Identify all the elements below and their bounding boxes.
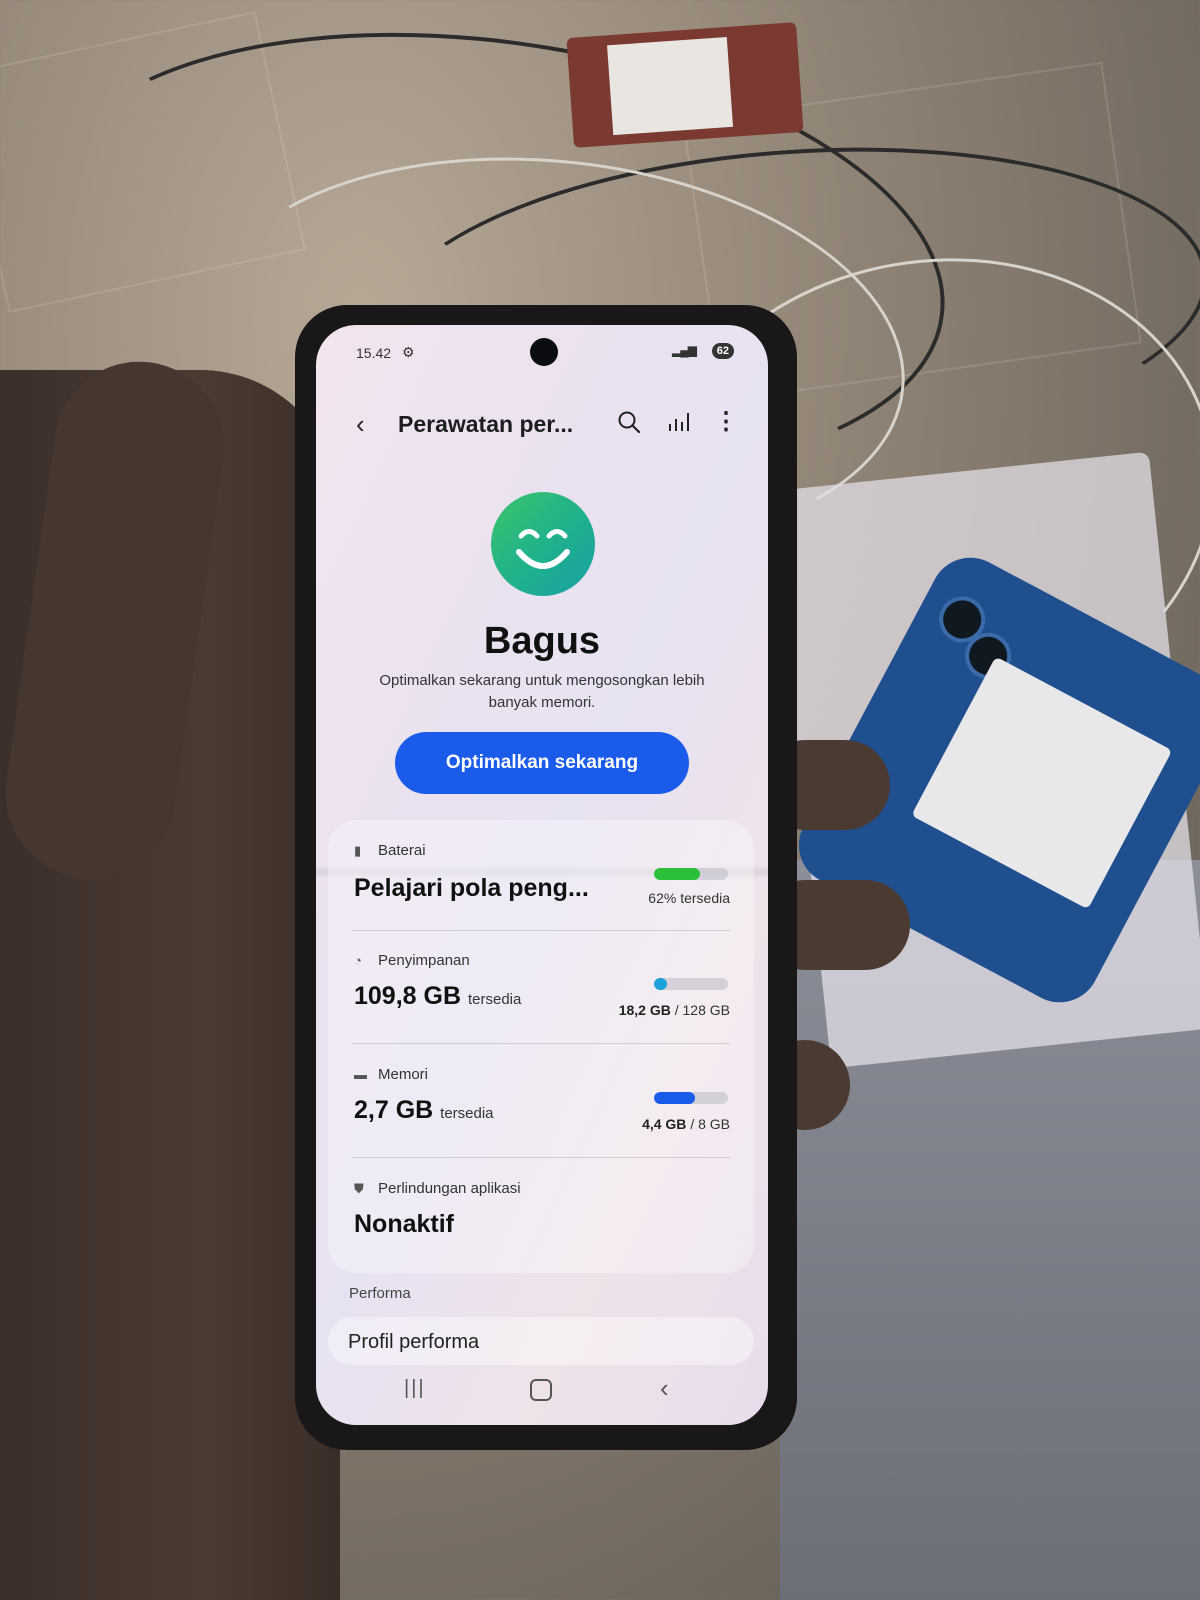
nav-back-icon[interactable]: ‹	[660, 1373, 669, 1404]
battery-heading: ▮ Baterai	[354, 842, 426, 859]
storage-used: 18,2 GB	[618, 1002, 671, 1018]
status-bar: 15.42 ⚙ ▂▄▆ 62	[356, 343, 734, 365]
more-options-icon[interactable]: ⋮	[714, 407, 738, 436]
app-protection-heading-label: Perlindungan aplikasi	[378, 1180, 521, 1197]
divider	[352, 930, 730, 931]
storage-value: 109,8 GB tersedia	[354, 982, 521, 1011]
memory-bar-fill	[654, 1092, 695, 1104]
app-protection-heading: ⛊ Perlindungan aplikasi	[354, 1180, 521, 1197]
performance-profile-item[interactable]: Profil performa	[328, 1317, 754, 1365]
memory-heading-label: Memori	[378, 1066, 429, 1083]
app-protection-section[interactable]: ⛊ Perlindungan aplikasi Nonaktif	[354, 1180, 730, 1260]
divider	[352, 1043, 730, 1044]
storage-heading-label: Penyimpanan	[378, 952, 470, 969]
storage-total: / 128 GB	[674, 1002, 730, 1018]
battery-bar	[654, 868, 728, 880]
memory-available-value: 2,7 GB	[354, 1096, 434, 1124]
memory-value: 2,7 GB tersedia	[354, 1096, 494, 1125]
status-card: ▮ Baterai Pelajari pola peng... 62% terse…	[328, 820, 754, 1273]
storage-available-suffix: tersedia	[467, 991, 522, 1008]
battery-value: Pelajari pola peng...	[354, 874, 589, 902]
clock: 15.42	[356, 345, 392, 361]
storage-usage: 18,2 GB / 128 GB	[619, 1002, 730, 1018]
smiley-face-icon	[491, 492, 595, 596]
performance-profile-label: Profil performa	[348, 1331, 480, 1353]
memory-chip-icon: ▬	[354, 1067, 367, 1082]
memory-used: 4,4 GB	[642, 1116, 687, 1132]
battery-heading-label: Baterai	[378, 842, 426, 859]
app-protection-value: Nonaktif	[354, 1210, 454, 1238]
battery-icon: ▮	[354, 843, 362, 858]
shield-icon: ⛊	[354, 1181, 364, 1196]
battery-badge: 62	[711, 343, 734, 359]
performance-section-label: Performa	[349, 1285, 411, 1302]
page-title: Perawatan per...	[398, 411, 574, 437]
back-arrow-icon[interactable]: ‹	[356, 409, 365, 440]
status-description: Optimalkan sekarang untuk mengosongkan l…	[379, 672, 705, 711]
storage-heading: ◔ Penyimpanan	[354, 952, 470, 969]
storage-available-value: 109,8 GB	[354, 982, 462, 1010]
divider	[352, 1157, 730, 1158]
cardboard-box	[566, 22, 804, 148]
storage-bar-fill	[654, 978, 668, 990]
optimize-now-button[interactable]: Optimalkan sekarang	[395, 732, 689, 794]
gear-icon: ⚙	[402, 344, 415, 360]
app-bar: ‹ Perawatan per... ⋮	[316, 403, 768, 447]
memory-section[interactable]: ▬ Memori 2,7 GB tersedia 4,4 GB / 8 GB	[354, 1066, 730, 1156]
pie-chart-icon: ◔	[354, 953, 362, 968]
home-icon[interactable]	[530, 1379, 552, 1401]
memory-available-suffix: tersedia	[440, 1105, 494, 1122]
device-status: Bagus	[483, 620, 601, 662]
storage-section[interactable]: ◔ Penyimpanan 109,8 GB tersedia 18,2 GB /…	[354, 952, 730, 1042]
battery-available: 62% tersedia	[648, 890, 730, 906]
bar-chart-icon[interactable]	[666, 409, 692, 435]
battery-section[interactable]: ▮ Baterai Pelajari pola peng... 62% terse…	[354, 842, 730, 932]
storage-bar	[654, 978, 728, 990]
memory-usage: 4,4 GB / 8 GB	[642, 1116, 730, 1132]
memory-bar	[654, 1092, 728, 1104]
memory-heading: ▬ Memori	[354, 1066, 428, 1083]
battery-bar-fill	[654, 868, 700, 880]
phone-screen: 15.42 ⚙ ▂▄▆ 62 ‹ Perawatan per... ⋮ Bagu…	[316, 325, 768, 1425]
signal-icon: ▂▄▆	[672, 343, 697, 357]
navigation-bar: ||| ‹	[316, 1371, 768, 1407]
search-icon[interactable]	[616, 409, 642, 435]
memory-total: / 8 GB	[690, 1116, 730, 1132]
recent-apps-icon[interactable]: |||	[404, 1377, 426, 1400]
